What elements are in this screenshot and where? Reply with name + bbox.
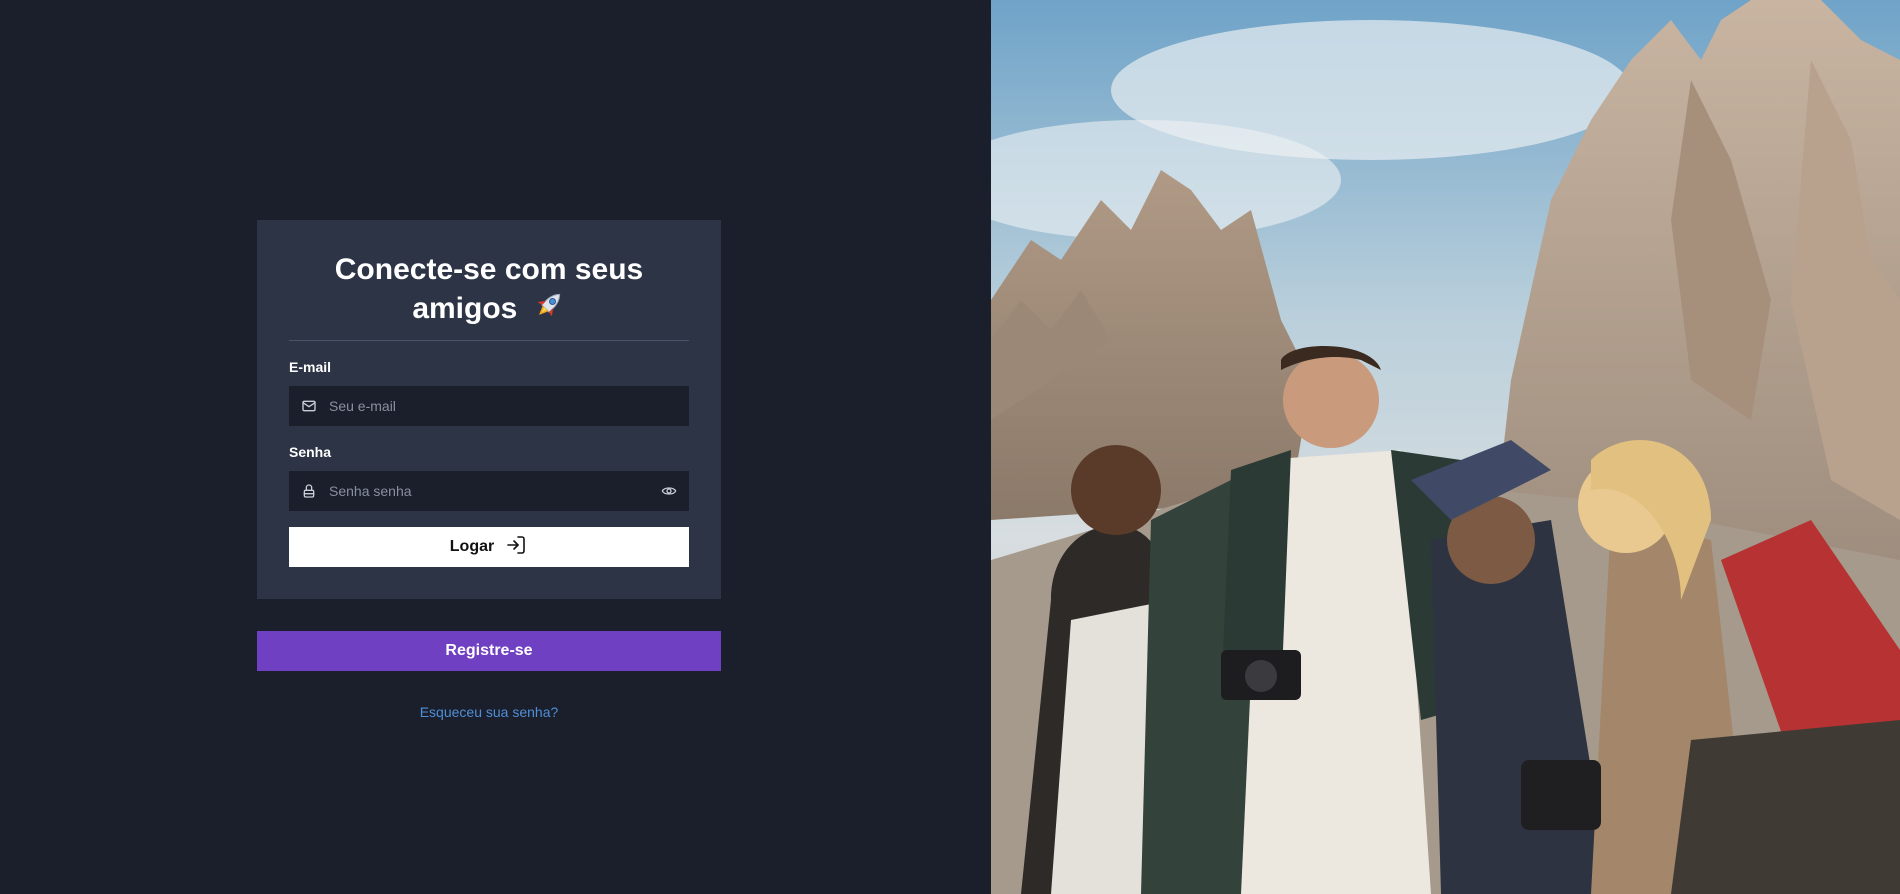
email-label: E-mail [289, 359, 332, 375]
login-button-label: Logar [449, 538, 495, 555]
hero-image [991, 0, 1900, 894]
login-title: Conecte-se com seus amigos [289, 252, 689, 331]
register-button[interactable]: Registre-se [257, 631, 721, 671]
title-divider [289, 340, 689, 341]
mail-icon [289, 398, 329, 414]
email-input[interactable] [329, 386, 689, 426]
rocket-icon [532, 288, 566, 331]
eye-icon[interactable] [649, 483, 689, 499]
password-field[interactable] [289, 471, 689, 511]
lock-icon [289, 483, 329, 499]
password-label: Senha [289, 444, 332, 460]
login-button[interactable]: Logar [289, 527, 689, 567]
log-in-icon [504, 533, 528, 562]
forgot-password-link[interactable]: Esqueceu sua senha? [257, 704, 721, 720]
password-input[interactable] [329, 471, 649, 511]
login-panel: Conecte-se com seus amigos E-mail Seu e-… [0, 0, 991, 894]
email-field[interactable] [289, 386, 689, 426]
login-card: Conecte-se com seus amigos E-mail Seu e-… [257, 220, 721, 599]
